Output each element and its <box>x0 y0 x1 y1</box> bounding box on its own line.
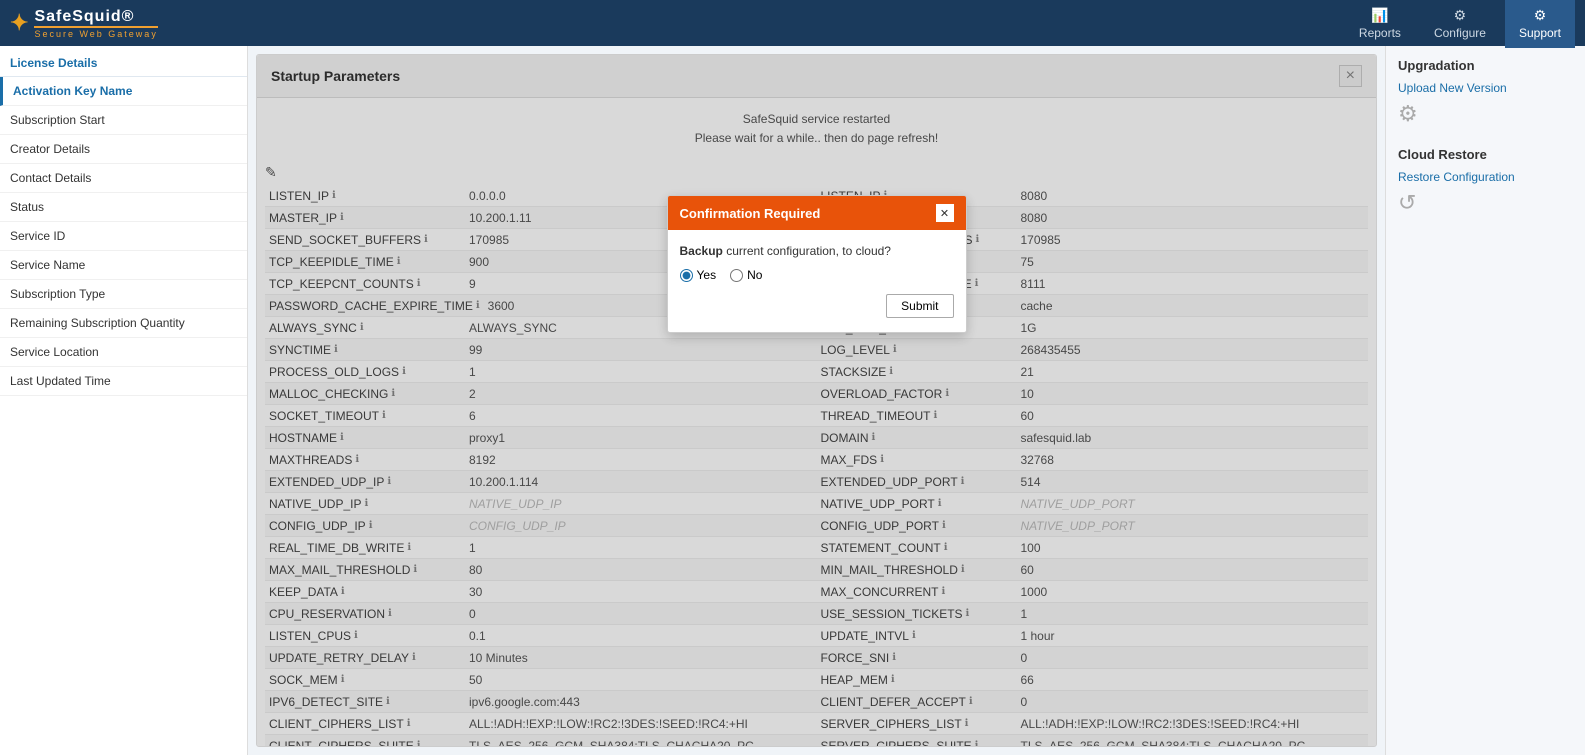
modal-title: Confirmation Required <box>680 206 821 221</box>
sidebar-item-last-updated-time[interactable]: Last Updated Time <box>0 367 247 396</box>
radio-group: Yes No <box>680 268 954 282</box>
no-radio-label[interactable]: No <box>730 268 762 282</box>
sidebar-item-service-name[interactable]: Service Name <box>0 251 247 280</box>
upload-new-version-link[interactable]: Upload New Version <box>1398 81 1573 95</box>
nav-support[interactable]: ⚙ Support <box>1505 0 1575 48</box>
gear-icon: ⚙ <box>1398 101 1573 127</box>
configure-icon: ⚙ <box>1454 7 1467 24</box>
upgradation-section: Upgradation Upload New Version ⚙ <box>1398 58 1573 127</box>
restore-label: Restore Configuration <box>1398 170 1515 184</box>
nav-configure-label: Configure <box>1434 26 1486 40</box>
sidebar-item-service-id[interactable]: Service ID <box>0 222 247 251</box>
sidebar-item-contact-details[interactable]: Contact Details <box>0 164 247 193</box>
logo-text: SafeSquid® Secure Web Gateway <box>34 8 157 39</box>
yes-radio[interactable] <box>680 269 693 282</box>
upload-label: Upload New Version <box>1398 81 1507 95</box>
sidebar-item-subscription-type[interactable]: Subscription Type <box>0 280 247 309</box>
restore-icon: ↺ <box>1398 190 1573 216</box>
support-icon: ⚙ <box>1534 7 1547 24</box>
yes-radio-label[interactable]: Yes <box>680 268 717 282</box>
nav-reports-label: Reports <box>1359 26 1401 40</box>
upgradation-title: Upgradation <box>1398 58 1573 73</box>
content-area: Startup Parameters × SafeSquid service r… <box>248 46 1385 755</box>
modal-question-bold: Backup <box>680 244 723 258</box>
nav-links: 📊 Reports ⚙ Configure ⚙ Support <box>1345 0 1575 48</box>
submit-row: Submit <box>680 294 954 318</box>
cloud-restore-title: Cloud Restore <box>1398 147 1573 162</box>
sidebar-section-header: License Details <box>0 46 247 77</box>
sidebar-item-activation-key-name[interactable]: Activation Key Name <box>0 77 247 106</box>
startup-panel: Startup Parameters × SafeSquid service r… <box>256 54 1377 747</box>
sidebar-item-creator-details[interactable]: Creator Details <box>0 135 247 164</box>
modal-box: Confirmation Required ✕ Backup current c… <box>667 195 967 333</box>
sidebar-item-remaining-subscription[interactable]: Remaining Subscription Quantity <box>0 309 247 338</box>
main-layout: License Details Activation Key NameSubsc… <box>0 46 1585 755</box>
logo-tagline: Secure Web Gateway <box>34 26 157 39</box>
no-label: No <box>747 268 762 282</box>
yes-label: Yes <box>697 268 717 282</box>
cloud-restore-section: Cloud Restore Restore Configuration ↺ <box>1398 147 1573 216</box>
modal-close-button[interactable]: ✕ <box>936 204 954 222</box>
logo-name: SafeSquid® <box>34 8 157 26</box>
modal-question: Backup current configuration, to cloud? <box>680 244 954 258</box>
restore-configuration-link[interactable]: Restore Configuration <box>1398 170 1573 184</box>
modal-overlay: Confirmation Required ✕ Backup current c… <box>257 55 1376 746</box>
sidebar-item-service-location[interactable]: Service Location <box>0 338 247 367</box>
sidebar: License Details Activation Key NameSubsc… <box>0 46 248 755</box>
top-nav: ✦ SafeSquid® Secure Web Gateway 📊 Report… <box>0 0 1585 46</box>
submit-button[interactable]: Submit <box>886 294 953 318</box>
sidebar-items: Activation Key NameSubscription StartCre… <box>0 77 247 396</box>
nav-reports[interactable]: 📊 Reports <box>1345 0 1415 48</box>
logo: ✦ SafeSquid® Secure Web Gateway <box>10 8 158 39</box>
nav-configure[interactable]: ⚙ Configure <box>1420 0 1500 48</box>
sidebar-item-status[interactable]: Status <box>0 193 247 222</box>
modal-body: Backup current configuration, to cloud? … <box>668 230 966 332</box>
no-radio[interactable] <box>730 269 743 282</box>
modal-header: Confirmation Required ✕ <box>668 196 966 230</box>
sidebar-item-subscription-start[interactable]: Subscription Start <box>0 106 247 135</box>
nav-support-label: Support <box>1519 26 1561 40</box>
reports-icon: 📊 <box>1371 7 1388 24</box>
right-panel: Upgradation Upload New Version ⚙ Cloud R… <box>1385 46 1585 755</box>
logo-icon: ✦ <box>10 10 28 36</box>
